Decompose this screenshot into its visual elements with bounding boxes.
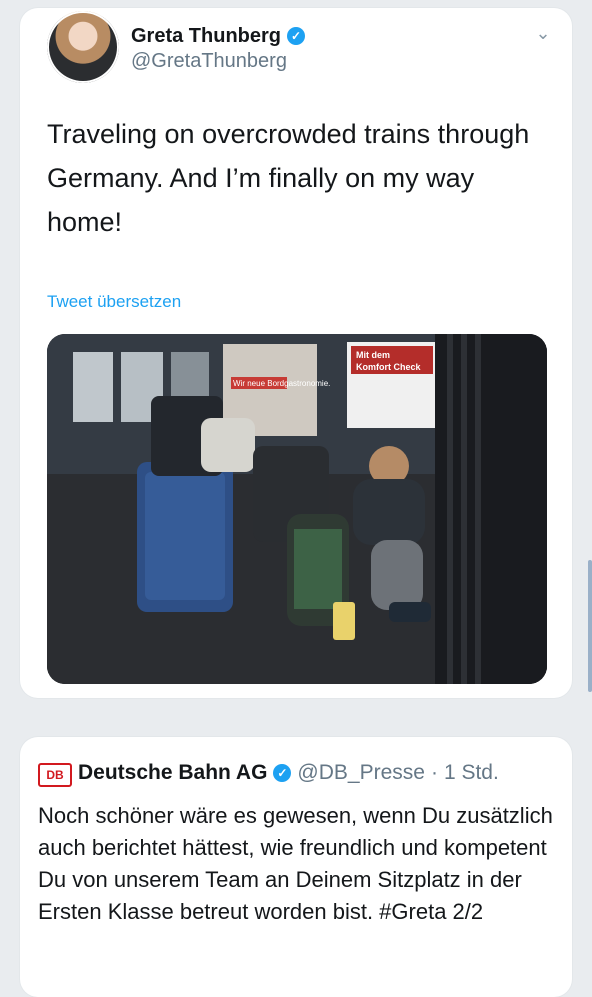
author-name-row: Greta Thunberg ✓: [131, 22, 306, 50]
poster-right-text-2: Komfort Check: [356, 362, 422, 372]
reply-card[interactable]: DB Deutsche Bahn AG ✓ @DB_Presse · 1 Std…: [20, 737, 572, 997]
reply-author-name[interactable]: Deutsche Bahn AG: [78, 761, 267, 785]
db-logo-icon[interactable]: DB: [38, 763, 72, 787]
reply-time[interactable]: 1 Std.: [444, 761, 499, 785]
tweet-text: Traveling on overcrowded trains through …: [47, 119, 530, 237]
translate-link[interactable]: Tweet übersetzen: [47, 292, 181, 312]
author-avatar[interactable]: [47, 11, 119, 83]
author-name[interactable]: Greta Thunberg: [131, 25, 281, 48]
reply-text: Noch schöner wäre es gewesen, wenn Du zu…: [38, 803, 553, 924]
poster-left-text: Wir neue Bordgastronomie.: [233, 379, 330, 388]
reply-author-handle[interactable]: @DB_Presse: [297, 761, 425, 785]
tweet-card[interactable]: Greta Thunberg ✓ @GretaThunberg ⌄ Travel…: [20, 8, 572, 698]
poster-right-text-1: Mit dem: [356, 350, 390, 360]
verified-icon: ✓: [287, 27, 306, 45]
chevron-down-icon[interactable]: ⌄: [534, 23, 552, 43]
author-handle[interactable]: @GretaThunberg: [131, 50, 287, 73]
reply-separator: ·: [430, 761, 438, 784]
scrollbar-thumb[interactable]: [588, 560, 592, 692]
tweet-photo[interactable]: Wir neue Bordgastronomie. Mit dem Komfor…: [47, 334, 547, 684]
verified-icon: ✓: [273, 764, 292, 782]
reply-header: Deutsche Bahn AG ✓ @DB_Presse · 1 Std.: [78, 759, 499, 787]
train-photo-illustration: Wir neue Bordgastronomie. Mit dem Komfor…: [47, 334, 547, 684]
